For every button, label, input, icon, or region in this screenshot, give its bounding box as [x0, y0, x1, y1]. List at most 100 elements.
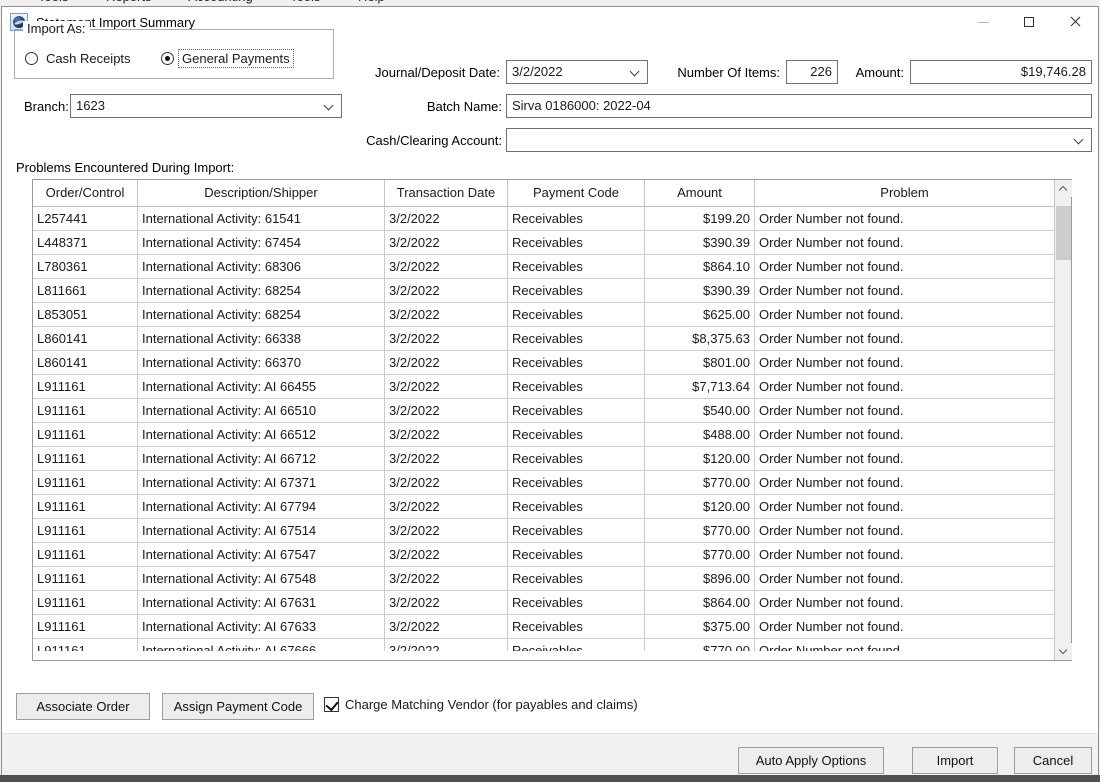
cancel-button[interactable]: Cancel	[1014, 747, 1092, 774]
table-row[interactable]: L911161 International Activity: AI 66510…	[33, 399, 1054, 423]
table-row[interactable]: L911161 International Activity: AI 66712…	[33, 447, 1054, 471]
branch-label: Branch:	[24, 98, 70, 116]
cell-order-control: L911161	[33, 519, 138, 542]
table-row[interactable]: L911161 International Activity: AI 67794…	[33, 495, 1054, 519]
minimize-button[interactable]	[960, 7, 1006, 37]
chevron-down-icon	[324, 101, 334, 111]
charge-matching-vendor-checkbox-row[interactable]: Charge Matching Vendor (for payables and…	[324, 697, 638, 712]
cell-payment-code: Receivables	[508, 399, 645, 422]
table-row[interactable]: L911161 International Activity: AI 67371…	[33, 471, 1054, 495]
column-header-amount[interactable]: Amount	[645, 180, 755, 206]
table-row[interactable]: L911161 International Activity: AI 66455…	[33, 375, 1054, 399]
problems-table-body: L257441 International Activity: 61541 3/…	[33, 207, 1054, 651]
problems-table-header: Order/Control Description/Shipper Transa…	[33, 180, 1054, 207]
cell-transaction-date: 3/2/2022	[385, 495, 508, 518]
table-row[interactable]: L860141 International Activity: 66370 3/…	[33, 351, 1054, 375]
dialog-footer: Auto Apply Options Import Cancel	[2, 733, 1098, 776]
cell-amount: $770.00	[645, 471, 755, 494]
table-row[interactable]: L780361 International Activity: 68306 3/…	[33, 255, 1054, 279]
table-row[interactable]: L911161 International Activity: AI 67514…	[33, 519, 1054, 543]
table-row[interactable]: L448371 International Activity: 67454 3/…	[33, 231, 1054, 255]
cell-problem: Order Number not found.	[755, 639, 1054, 651]
cell-problem: Order Number not found.	[755, 399, 1054, 422]
table-row[interactable]: L911161 International Activity: AI 67631…	[33, 591, 1054, 615]
cell-amount: $390.39	[645, 279, 755, 302]
cell-payment-code: Receivables	[508, 615, 645, 638]
cell-order-control: L911161	[33, 447, 138, 470]
cell-payment-code: Receivables	[508, 639, 645, 651]
cell-description-shipper: International Activity: 67454	[138, 231, 385, 254]
cell-payment-code: Receivables	[508, 543, 645, 566]
cash-clearing-account-combo[interactable]	[506, 128, 1092, 152]
cell-problem: Order Number not found.	[755, 423, 1054, 446]
cell-problem: Order Number not found.	[755, 207, 1054, 230]
cell-amount: $540.00	[645, 399, 755, 422]
table-row[interactable]: L811661 International Activity: 68254 3/…	[33, 279, 1054, 303]
branch-combo[interactable]: 1623	[70, 94, 342, 118]
cell-problem: Order Number not found.	[755, 279, 1054, 302]
cell-amount: $390.39	[645, 231, 755, 254]
cell-payment-code: Receivables	[508, 231, 645, 254]
auto-apply-options-button[interactable]: Auto Apply Options	[738, 747, 884, 774]
table-row[interactable]: L911161 International Activity: AI 67666…	[33, 639, 1054, 651]
cell-payment-code: Receivables	[508, 303, 645, 326]
cell-order-control: L811661	[33, 279, 138, 302]
column-header-transaction-date[interactable]: Transaction Date	[385, 180, 508, 206]
cell-order-control: L860141	[33, 351, 138, 374]
associate-order-button[interactable]: Associate Order	[16, 693, 150, 720]
statement-import-summary-dialog: Statement Import Summary Import As: Cash…	[1, 6, 1099, 775]
cell-order-control: L911161	[33, 399, 138, 422]
journal-deposit-date-combo[interactable]: 3/2/2022	[506, 60, 648, 84]
cell-transaction-date: 3/2/2022	[385, 615, 508, 638]
radio-icon	[25, 52, 38, 65]
cell-order-control: L911161	[33, 567, 138, 590]
amount-field[interactable]: $19,746.28	[910, 60, 1092, 84]
assign-payment-code-button[interactable]: Assign Payment Code	[162, 693, 314, 720]
checkbox-icon	[324, 697, 339, 712]
cell-transaction-date: 3/2/2022	[385, 351, 508, 374]
batch-name-field[interactable]: Sirva 0186000: 2022-04	[506, 94, 1092, 118]
scroll-down-button[interactable]	[1055, 643, 1072, 660]
maximize-button[interactable]	[1006, 7, 1052, 37]
scroll-up-button[interactable]	[1055, 180, 1072, 197]
table-row[interactable]: L911161 International Activity: AI 67633…	[33, 615, 1054, 639]
cell-order-control: L911161	[33, 423, 138, 446]
cell-order-control: L911161	[33, 639, 138, 651]
cell-transaction-date: 3/2/2022	[385, 471, 508, 494]
cell-description-shipper: International Activity: AI 66455	[138, 375, 385, 398]
table-row[interactable]: L853051 International Activity: 68254 3/…	[33, 303, 1054, 327]
radio-general-payments[interactable]: General Payments	[161, 50, 293, 67]
cell-problem: Order Number not found.	[755, 327, 1054, 350]
table-row[interactable]: L911161 International Activity: AI 67548…	[33, 567, 1054, 591]
cell-transaction-date: 3/2/2022	[385, 303, 508, 326]
column-header-payment-code[interactable]: Payment Code	[508, 180, 645, 206]
radio-cash-receipts[interactable]: Cash Receipts	[25, 50, 134, 67]
table-row[interactable]: L911161 International Activity: AI 66512…	[33, 423, 1054, 447]
table-row[interactable]: L257441 International Activity: 61541 3/…	[33, 207, 1054, 231]
number-of-items-field[interactable]: 226	[786, 60, 838, 84]
journal-deposit-date-value: 3/2/2022	[512, 64, 563, 79]
radio-label-general-payments: General Payments	[179, 50, 293, 67]
cell-problem: Order Number not found.	[755, 543, 1054, 566]
cell-description-shipper: International Activity: 68306	[138, 255, 385, 278]
table-row[interactable]: L911161 International Activity: AI 67547…	[33, 543, 1054, 567]
cell-amount: $375.00	[645, 615, 755, 638]
cell-problem: Order Number not found.	[755, 231, 1054, 254]
cell-payment-code: Receivables	[508, 207, 645, 230]
cell-problem: Order Number not found.	[755, 351, 1054, 374]
cell-problem: Order Number not found.	[755, 303, 1054, 326]
column-header-problem[interactable]: Problem	[755, 180, 1054, 206]
import-as-groupbox: Import As: Cash Receipts General Payment…	[14, 29, 334, 79]
import-button[interactable]: Import	[912, 747, 998, 774]
cell-problem: Order Number not found.	[755, 447, 1054, 470]
cell-problem: Order Number not found.	[755, 255, 1054, 278]
vertical-scrollbar[interactable]	[1054, 180, 1071, 660]
table-row[interactable]: L860141 International Activity: 66338 3/…	[33, 327, 1054, 351]
close-button[interactable]	[1052, 7, 1098, 37]
scrollbar-thumb[interactable]	[1056, 206, 1071, 260]
column-header-description-shipper[interactable]: Description/Shipper	[138, 180, 385, 206]
cell-transaction-date: 3/2/2022	[385, 423, 508, 446]
cell-description-shipper: International Activity: 68254	[138, 303, 385, 326]
column-header-order-control[interactable]: Order/Control	[33, 180, 138, 206]
cell-transaction-date: 3/2/2022	[385, 519, 508, 542]
